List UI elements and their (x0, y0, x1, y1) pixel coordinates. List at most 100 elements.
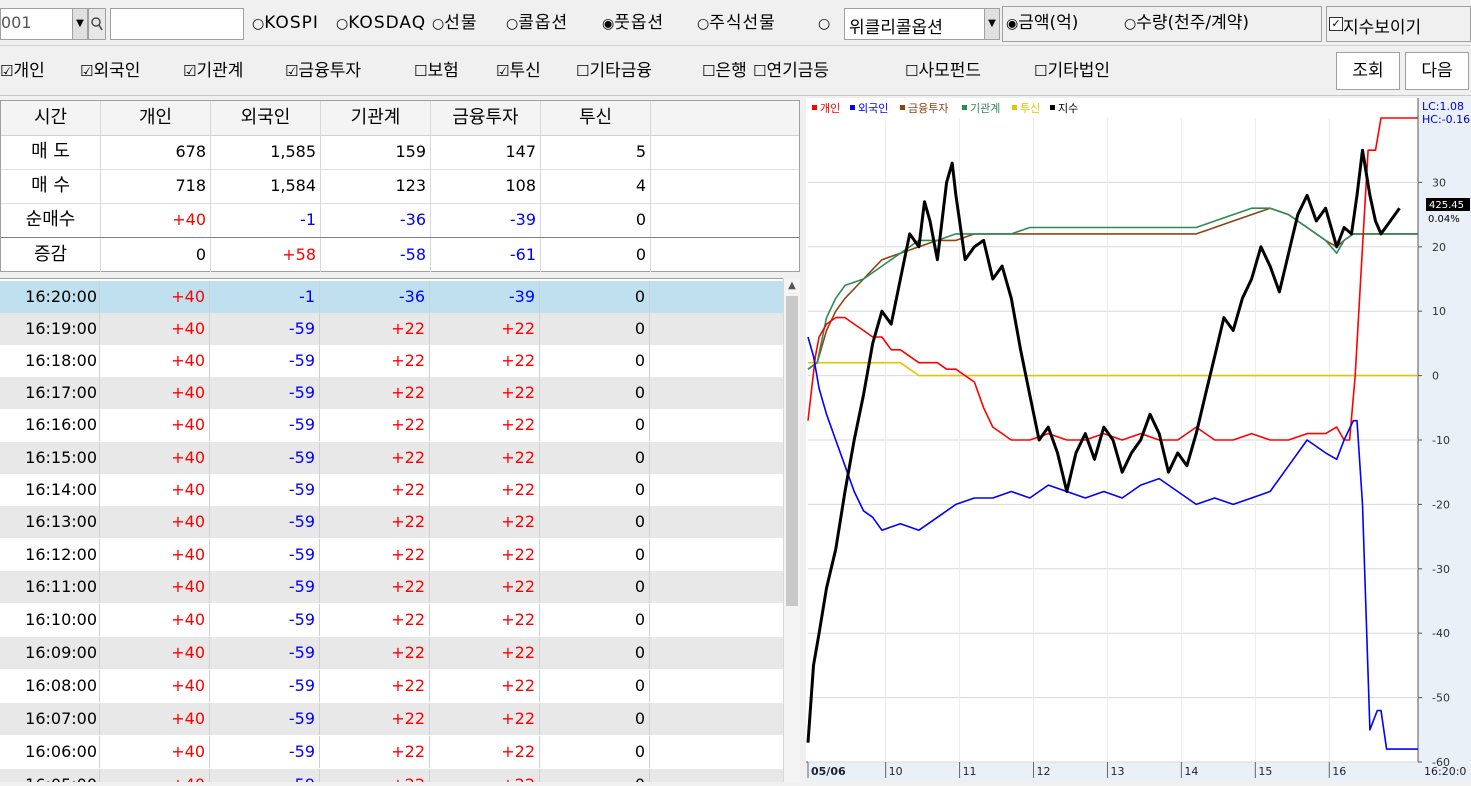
radio-icon[interactable]: ○ (1124, 16, 1136, 32)
row-cell-empty (650, 736, 783, 768)
column-header[interactable]: 시간 (1, 101, 101, 135)
row-cell-empty (650, 506, 783, 538)
column-header[interactable]: 기관계 (321, 101, 431, 135)
chevron-down-icon[interactable]: ▼ (72, 9, 87, 39)
row-cell-empty (650, 345, 783, 377)
code-input[interactable]: 001 ▼ (0, 8, 88, 40)
market-radio-4[interactable]: ◉풋옵션 (602, 0, 664, 46)
checkbox-checked-icon[interactable]: ☑ (0, 62, 13, 80)
filter-개인[interactable]: ☑개인 (0, 46, 45, 96)
filter-label: 사모펀드 (918, 61, 982, 81)
checkbox-icon[interactable]: ☐ (905, 62, 918, 80)
vertical-scrollbar[interactable]: ▲ (783, 278, 800, 782)
filter-은행[interactable]: ☐은행 (702, 46, 747, 96)
y-tick-label: -10 (1432, 434, 1450, 447)
row-cell: 0 (540, 769, 650, 782)
radio-icon[interactable]: ○ (336, 16, 348, 32)
row-time: 16:17:00 (0, 377, 100, 409)
scrollbar-thumb[interactable] (786, 296, 798, 606)
checkbox-icon[interactable]: ☐ (414, 62, 427, 80)
market-radio-2[interactable]: ○선물 (432, 0, 478, 46)
market-radio-6[interactable]: ○ (818, 0, 830, 46)
radio-selected-icon[interactable]: ◉ (602, 16, 614, 32)
list-row[interactable]: 16:09:00 +40 -59 +22 +22 0 (0, 637, 783, 669)
radio-icon[interactable]: ○ (506, 16, 518, 32)
search-icon[interactable] (88, 8, 106, 40)
summary-cell: 0 (101, 238, 211, 272)
list-row[interactable]: 16:08:00 +40 -59 +22 +22 0 (0, 670, 783, 702)
filter-기타금융[interactable]: ☐기타금융 (576, 46, 652, 96)
list-row[interactable]: 16:05:00+40-59+22+220 (0, 769, 783, 782)
filter-외국인[interactable]: ☑외국인 (80, 46, 140, 96)
market-radio-label: KOSPI (264, 13, 319, 33)
filter-사모펀드[interactable]: ☐사모펀드 (905, 46, 981, 96)
unit-radio-0[interactable]: ◉금액(억) (1006, 0, 1078, 46)
chevron-down-icon[interactable]: ▼ (984, 9, 999, 39)
scroll-up-icon[interactable]: ▲ (784, 278, 800, 294)
radio-icon[interactable]: ○ (818, 16, 830, 32)
row-cell: +22 (430, 539, 540, 571)
radio-icon[interactable]: ○ (252, 16, 264, 32)
checkbox-checked-icon[interactable]: ☑ (496, 62, 509, 80)
row-cell-empty (650, 377, 783, 409)
row-cell: +40 (100, 769, 210, 782)
market-radio-5[interactable]: ○주식선물 (697, 0, 776, 46)
row-cell: +22 (430, 377, 540, 409)
market-radio-1[interactable]: ○KOSDAQ (336, 0, 426, 46)
column-header[interactable]: 투신 (541, 101, 651, 135)
name-input[interactable] (110, 8, 244, 40)
list-row[interactable]: 16:20:00 +40 -1 -36 -39 0 (0, 281, 783, 313)
next-button[interactable]: 다음 (1405, 52, 1469, 90)
list-row[interactable]: 16:19:00 +40 -59 +22 +22 0 (0, 313, 783, 345)
weekly-option-select[interactable]: 위클리콜옵션 ▼ (844, 8, 1000, 40)
checkbox-icon[interactable]: ☐ (702, 62, 715, 80)
investor-flow-chart[interactable]: 30 20 10 0 -10 -20 -30 -40 -50 -60 05/06 10 11 12 13 14… (806, 98, 1471, 782)
row-time: 16:07:00 (0, 703, 100, 735)
market-radio-0[interactable]: ○KOSPI (252, 0, 319, 46)
list-row[interactable]: 16:10:00 +40 -59 +22 +22 0 (0, 604, 783, 636)
filter-연기금등[interactable]: ☐연기금등 (753, 46, 829, 96)
radio-icon[interactable]: ○ (697, 16, 709, 32)
column-header[interactable]: 개인 (101, 101, 211, 135)
radio-icon[interactable]: ○ (432, 16, 444, 32)
checkbox-checked-icon[interactable]: ✓ (1329, 17, 1343, 31)
radio-selected-icon[interactable]: ◉ (1006, 16, 1018, 32)
unit-radio-1[interactable]: ○수량(천주/계약) (1124, 0, 1249, 46)
column-header[interactable]: 외국인 (211, 101, 321, 135)
row-cell: +40 (100, 539, 210, 571)
market-radio-3[interactable]: ○콜옵션 (506, 0, 568, 46)
filter-투신[interactable]: ☑투신 (496, 46, 541, 96)
column-header[interactable]: 금융투자 (431, 101, 541, 135)
checkbox-icon[interactable]: ☐ (576, 62, 589, 80)
checkbox-checked-icon[interactable]: ☑ (183, 62, 196, 80)
row-cell: +22 (320, 409, 430, 441)
row-time: 16:19:00 (0, 313, 100, 345)
legend-item-금융투자: 금융투자 (908, 102, 948, 115)
list-row[interactable]: 16:07:00 +40 -59 +22 +22 0 (0, 703, 783, 735)
list-row[interactable]: 16:17:00 +40 -59 +22 +22 0 (0, 377, 783, 409)
checkbox-icon[interactable]: ☐ (753, 62, 766, 80)
show-index-toggle[interactable]: ✓ 지수보이기 (1326, 6, 1471, 42)
list-row[interactable]: 16:12:00 +40 -59 +22 +22 0 (0, 539, 783, 571)
time-series-list: 16:20:00 +40 -1 -36 -39 0 16:19:00 +40 -59 +22 +22… (0, 278, 800, 782)
list-row[interactable]: 16:16:00 +40 -59 +22 +22 0 (0, 409, 783, 441)
list-row[interactable]: 16:13:00 +40 -59 +22 +22 0 (0, 506, 783, 538)
summary-cell: 0 (541, 238, 651, 272)
checkbox-checked-icon[interactable]: ☑ (285, 62, 298, 80)
list-row[interactable]: 16:06:00 +40 -59 +22 +22 0 (0, 736, 783, 768)
list-row[interactable]: 16:11:00 +40 -59 +22 +22 0 (0, 571, 783, 603)
summary-cell: 4 (541, 169, 651, 203)
filter-label: 은행 (715, 61, 747, 81)
filter-기타법인[interactable]: ☐기타법인 (1034, 46, 1110, 96)
filter-보험[interactable]: ☐보험 (414, 46, 459, 96)
row-cell: +40 (100, 281, 210, 313)
summary-cell: 159 (321, 135, 431, 169)
filter-금융투자[interactable]: ☑금융투자 (285, 46, 361, 96)
checkbox-checked-icon[interactable]: ☑ (80, 62, 93, 80)
filter-기관계[interactable]: ☑기관계 (183, 46, 243, 96)
list-row[interactable]: 16:14:00 +40 -59 +22 +22 0 (0, 474, 783, 506)
list-row[interactable]: 16:15:00 +40 -59 +22 +22 0 (0, 442, 783, 474)
checkbox-icon[interactable]: ☐ (1034, 62, 1047, 80)
list-row[interactable]: 16:18:00 +40 -59 +22 +22 0 (0, 345, 783, 377)
query-button[interactable]: 조회 (1336, 52, 1400, 90)
